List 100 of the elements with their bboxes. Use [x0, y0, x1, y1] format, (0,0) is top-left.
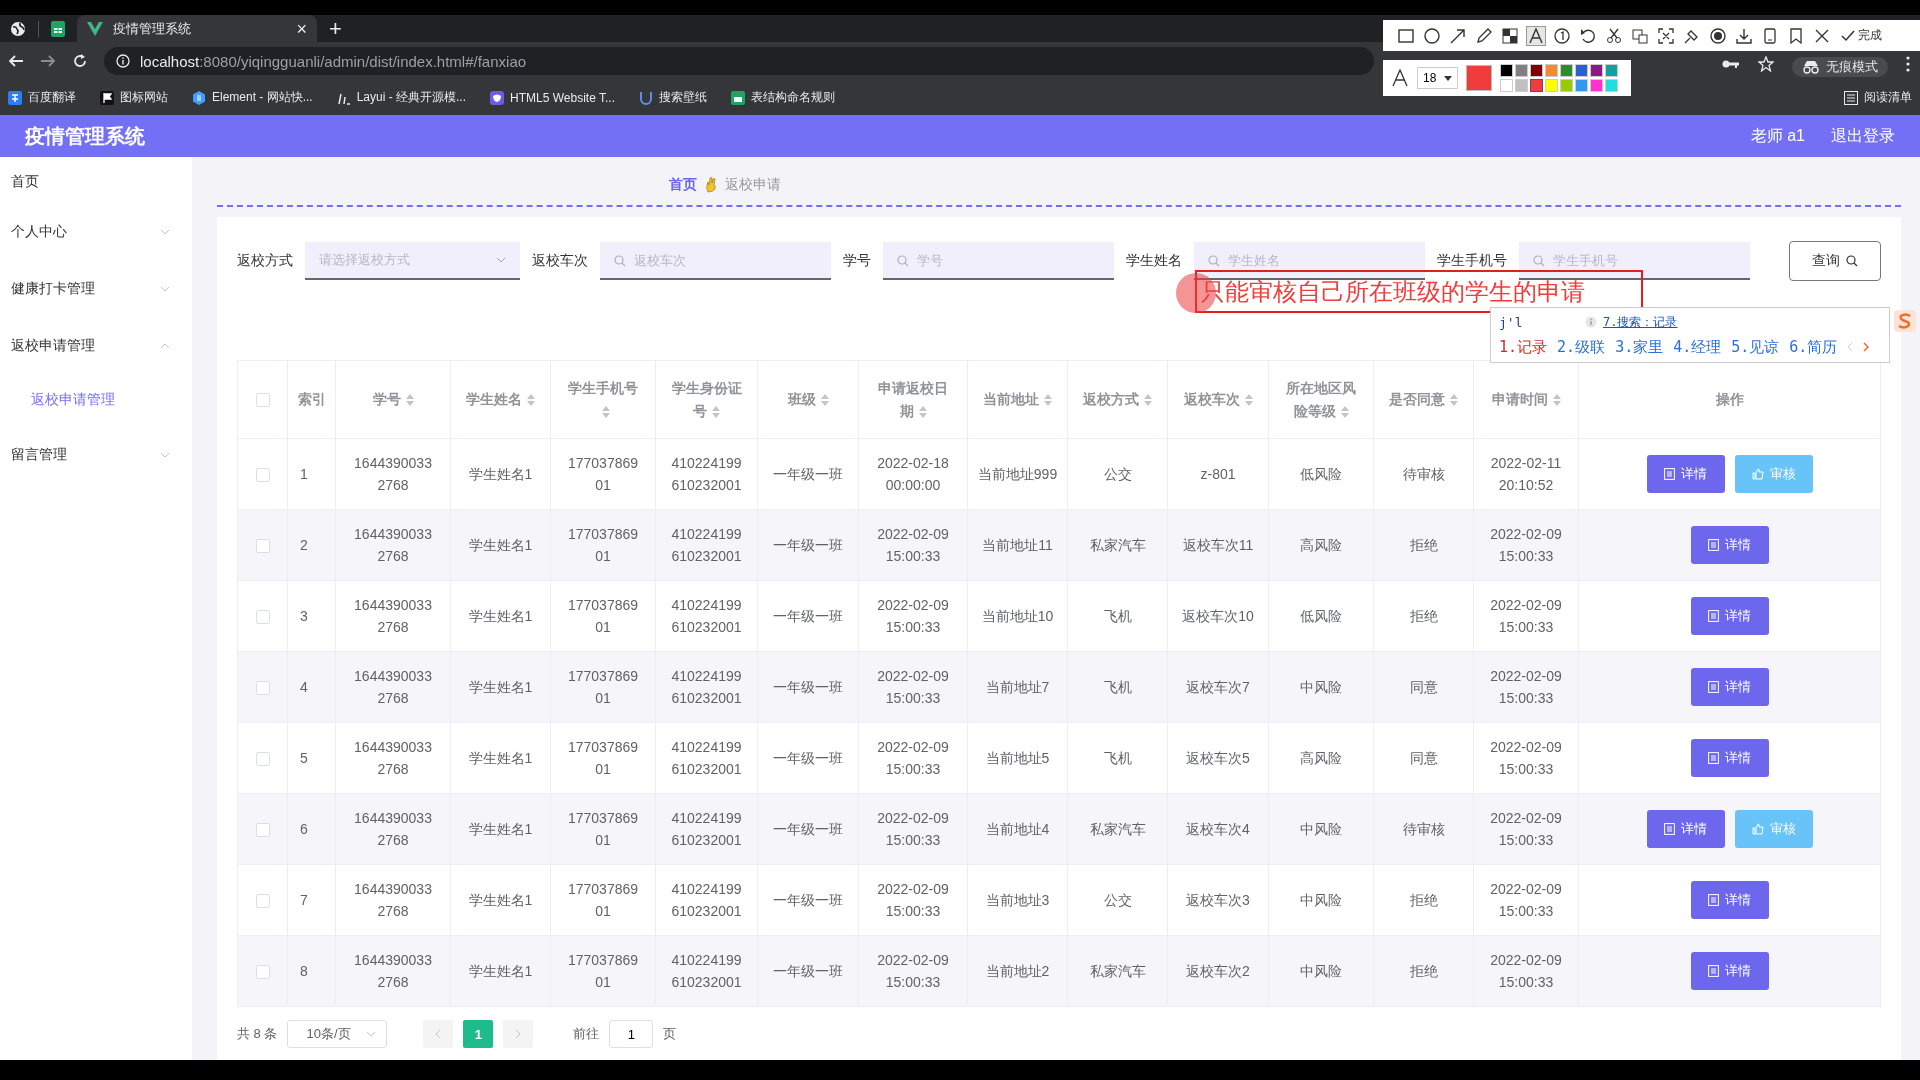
page-suffix: 页 — [663, 1025, 677, 1043]
checkbox[interactable] — [255, 893, 270, 908]
sort-icon[interactable] — [1044, 394, 1052, 407]
checkbox[interactable] — [255, 822, 270, 837]
checkbox[interactable] — [255, 467, 270, 482]
ime-search-link[interactable]: 7.搜索：记录 — [1603, 313, 1678, 331]
detail-button[interactable]: 详情 — [1690, 597, 1769, 635]
logout-link[interactable]: 退出登录 — [1831, 125, 1895, 147]
checkbox[interactable] — [255, 964, 270, 979]
search-button[interactable]: 查询 — [1789, 241, 1881, 281]
address-bar[interactable]: localhost:8080/yiqingguanli/admin/dist/index.html#/fanxiao — [104, 47, 1374, 75]
sort-icon[interactable] — [405, 394, 414, 407]
sidebar-subitem[interactable]: 返校申请管理 — [0, 374, 192, 426]
checkbox[interactable] — [255, 751, 270, 766]
checkbox[interactable] — [255, 609, 270, 624]
sidebar-item[interactable]: 留言管理 — [0, 426, 192, 483]
sort-icon[interactable] — [1144, 394, 1152, 407]
bookmark-icon[interactable] — [1787, 26, 1805, 45]
back-icon[interactable] — [8, 53, 24, 69]
ime-candidate[interactable]: 2.级联 — [1557, 337, 1606, 357]
column-header[interactable]: 学号 — [372, 388, 414, 411]
ime-candidate[interactable]: 4.经理 — [1673, 337, 1722, 357]
close-tab-button[interactable]: × — [296, 19, 307, 38]
browser-tab[interactable]: 疫情管理系统 × — [77, 15, 317, 42]
bookmark[interactable]: Element - 网站快... — [192, 89, 313, 106]
column-header[interactable]: 申请时间 — [1491, 388, 1561, 411]
sort-icon[interactable] — [601, 405, 610, 418]
ime-candidate[interactable]: 6.简历 — [1789, 337, 1838, 357]
globe-icon[interactable] — [10, 20, 26, 37]
font-size-select[interactable]: 18 — [1417, 67, 1459, 89]
chevron-right-icon[interactable] — [1863, 342, 1870, 352]
detail-button[interactable]: 详情 — [1690, 952, 1769, 990]
more-menu-icon[interactable] — [1906, 56, 1910, 72]
checkbox[interactable] — [255, 538, 270, 553]
detail-button[interactable]: 详情 — [1646, 455, 1725, 493]
sort-icon[interactable] — [527, 394, 535, 407]
detail-button[interactable]: 详情 — [1690, 881, 1769, 919]
table-cell-text: 高风险 — [1300, 749, 1342, 768]
ime-candidate[interactable]: 5.见谅 — [1731, 337, 1780, 357]
sidebar-item[interactable]: 首页 — [0, 167, 192, 203]
table-cell-text: 公交 — [1103, 465, 1132, 484]
record-icon[interactable] — [1709, 26, 1727, 45]
bookmark[interactable]: HTML5 Website T... — [490, 90, 615, 105]
detail-button[interactable]: 详情 — [1690, 739, 1769, 777]
ellipse-icon[interactable] — [1423, 26, 1441, 45]
table-cell-text: 返校车次11 — [1182, 536, 1254, 555]
expand-icon[interactable] — [1657, 26, 1675, 45]
checkbox[interactable] — [255, 393, 270, 408]
star-icon[interactable] — [1758, 56, 1774, 72]
pencil-icon[interactable] — [1475, 26, 1493, 45]
scissors-icon[interactable] — [1605, 26, 1623, 45]
bookmark[interactable]: Layui - 经典开源模... — [336, 89, 467, 106]
done-button[interactable]: 完成 — [1841, 27, 1882, 44]
sidebar-item[interactable]: 个人中心 — [0, 203, 192, 260]
bookmark[interactable]: 图标网站 — [100, 89, 168, 106]
column-header[interactable]: 是否同意 — [1389, 388, 1458, 411]
sidebar-item[interactable]: 返校申请管理 — [0, 317, 192, 374]
table-cell-text: 410224199610232001 — [670, 951, 743, 992]
key-icon[interactable] — [1722, 58, 1740, 70]
bookmark[interactable]: 百度翻译 — [8, 89, 76, 106]
phone-icon[interactable] — [1761, 26, 1779, 45]
arrow-icon[interactable] — [1449, 26, 1467, 45]
reading-list[interactable]: 阅读清单 — [1844, 89, 1912, 106]
column-header[interactable]: 班级 — [787, 388, 829, 411]
detail-button[interactable]: 详情 — [1690, 526, 1769, 564]
bookmark[interactable]: 搜索壁纸 — [639, 89, 707, 106]
detail-button[interactable]: 详情 — [1690, 668, 1769, 706]
column-header[interactable]: 学生姓名 — [466, 388, 535, 411]
new-tab-button[interactable]: + — [329, 17, 342, 40]
page-input[interactable]: 1 — [609, 1020, 654, 1048]
sort-icon[interactable] — [1552, 394, 1561, 407]
bookmark[interactable]: 表结构命名规则 — [731, 89, 835, 106]
download-icon[interactable] — [1735, 26, 1753, 45]
sidebar-item[interactable]: 健康打卡管理 — [0, 260, 192, 317]
column-header[interactable]: 当前地址 — [983, 388, 1052, 411]
sort-icon[interactable] — [1450, 394, 1458, 407]
checkbox[interactable] — [255, 680, 270, 695]
ime-candidate[interactable]: 1.记录 — [1499, 337, 1548, 357]
page-size-select[interactable]: 10条/页 — [287, 1020, 388, 1048]
spreadsheet-icon[interactable] — [51, 20, 65, 37]
undo-icon[interactable] — [1579, 26, 1597, 45]
mosaic-icon[interactable] — [1501, 26, 1519, 45]
sort-icon[interactable] — [820, 394, 829, 407]
sort-icon[interactable] — [1340, 405, 1349, 418]
detail-button[interactable]: 详情 — [1646, 810, 1725, 848]
forward-icon[interactable] — [40, 53, 56, 69]
column-header[interactable]: 返校方式 — [1083, 388, 1152, 411]
sort-icon[interactable] — [1244, 394, 1253, 407]
column-header[interactable]: 返校车次 — [1183, 388, 1253, 411]
ime-candidate[interactable]: 3.家里 — [1615, 337, 1664, 357]
sort-icon[interactable] — [712, 405, 720, 418]
color-swatch[interactable] — [1530, 79, 1544, 92]
sort-icon[interactable] — [918, 405, 927, 418]
reload-icon[interactable] — [72, 53, 88, 69]
current-color-swatch[interactable] — [1466, 65, 1493, 91]
text-icon[interactable] — [1527, 26, 1545, 45]
breadcrumb-item[interactable]: 首页 — [669, 176, 697, 194]
incognito-badge[interactable]: 无痕模式 — [1792, 57, 1888, 77]
rectangle-icon[interactable] — [1397, 26, 1415, 45]
number-icon[interactable] — [1553, 26, 1571, 45]
